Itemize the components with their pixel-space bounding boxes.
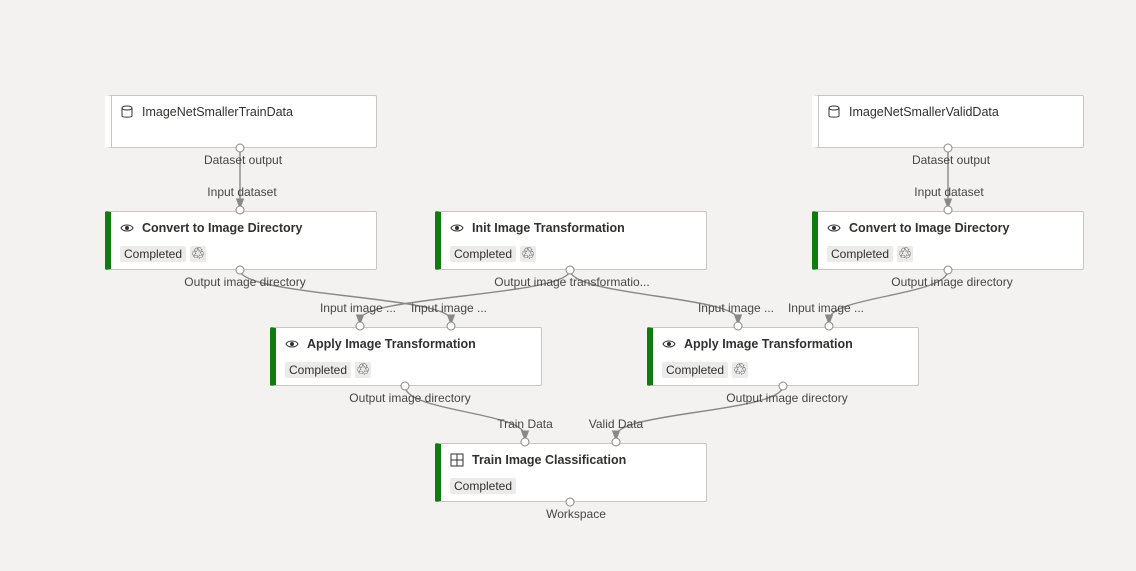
port-label: Output image directory <box>726 391 848 405</box>
port-label: Valid Data <box>588 417 644 431</box>
port-input[interactable] <box>446 321 456 331</box>
port-label: Input dataset <box>207 185 277 199</box>
node-title: ImageNetSmallerValidData <box>849 105 999 119</box>
port-label: Input dataset <box>914 185 984 199</box>
status-badge: Completed <box>285 362 352 378</box>
port-label: Input image ... <box>697 301 775 315</box>
node-title: Init Image Transformation <box>472 221 625 235</box>
port-label: Dataset output <box>911 153 991 167</box>
module-grid-icon <box>450 453 464 467</box>
eye-icon <box>450 224 464 232</box>
node-title: Train Image Classification <box>472 453 627 467</box>
port-label: Input image ... <box>319 301 397 315</box>
eye-icon <box>662 340 676 348</box>
port-label: Output image transformatio... <box>494 275 650 289</box>
recycle-icon: ♲ <box>355 362 372 379</box>
module-node-init-transform[interactable]: Init Image Transformation Completed ♲ <box>435 211 707 270</box>
node-title: Convert to Image Directory <box>142 221 303 235</box>
status-badge: Completed <box>827 246 894 262</box>
recycle-icon: ♲ <box>190 246 207 263</box>
port-input[interactable] <box>611 437 621 447</box>
eye-icon <box>120 224 134 232</box>
port-input[interactable] <box>355 321 365 331</box>
dataset-node-valid[interactable]: ImageNetSmallerValidData <box>812 95 1084 148</box>
port-output[interactable] <box>565 265 575 275</box>
recycle-icon: ♲ <box>520 246 537 263</box>
dataset-icon <box>828 105 840 118</box>
port-input[interactable] <box>520 437 530 447</box>
port-input[interactable] <box>943 205 953 215</box>
recycle-icon: ♲ <box>897 246 914 263</box>
port-input[interactable] <box>235 205 245 215</box>
port-output[interactable] <box>235 143 245 153</box>
port-label: Output image directory <box>184 275 306 289</box>
status-badge: Completed <box>450 478 517 494</box>
port-output[interactable] <box>943 143 953 153</box>
port-label: Output image directory <box>891 275 1013 289</box>
module-node-apply-left[interactable]: Apply Image Transformation Completed ♲ <box>270 327 542 386</box>
eye-icon <box>827 224 841 232</box>
node-title: ImageNetSmallerTrainData <box>142 105 293 119</box>
pipeline-canvas[interactable]: ImageNetSmallerTrainData ImageNetSmaller… <box>0 0 1136 571</box>
node-title: Convert to Image Directory <box>849 221 1010 235</box>
dataset-icon <box>121 105 133 118</box>
module-node-convert-right[interactable]: Convert to Image Directory Completed ♲ <box>812 211 1084 270</box>
node-title: Apply Image Transformation <box>307 337 476 351</box>
dataset-node-train[interactable]: ImageNetSmallerTrainData <box>105 95 377 148</box>
port-input[interactable] <box>733 321 743 331</box>
node-title: Apply Image Transformation <box>684 337 853 351</box>
port-label: Input image ... <box>410 301 488 315</box>
recycle-icon: ♲ <box>732 362 749 379</box>
port-label: Train Data <box>497 417 553 431</box>
status-badge: Completed <box>450 246 517 262</box>
eye-icon <box>285 340 299 348</box>
status-badge: Completed <box>120 246 187 262</box>
port-input[interactable] <box>824 321 834 331</box>
port-label: Output image directory <box>349 391 471 405</box>
module-node-train-classification[interactable]: Train Image Classification Completed <box>435 443 707 502</box>
port-output[interactable] <box>943 265 953 275</box>
port-label: Dataset output <box>203 153 283 167</box>
status-badge: Completed <box>662 362 729 378</box>
port-label: Input image ... <box>787 301 865 315</box>
port-output[interactable] <box>778 381 788 391</box>
port-output[interactable] <box>565 497 575 507</box>
port-label: Workspace <box>546 507 606 521</box>
module-node-convert-left[interactable]: Convert to Image Directory Completed ♲ <box>105 211 377 270</box>
port-output[interactable] <box>400 381 410 391</box>
module-node-apply-right[interactable]: Apply Image Transformation Completed ♲ <box>647 327 919 386</box>
port-output[interactable] <box>235 265 245 275</box>
